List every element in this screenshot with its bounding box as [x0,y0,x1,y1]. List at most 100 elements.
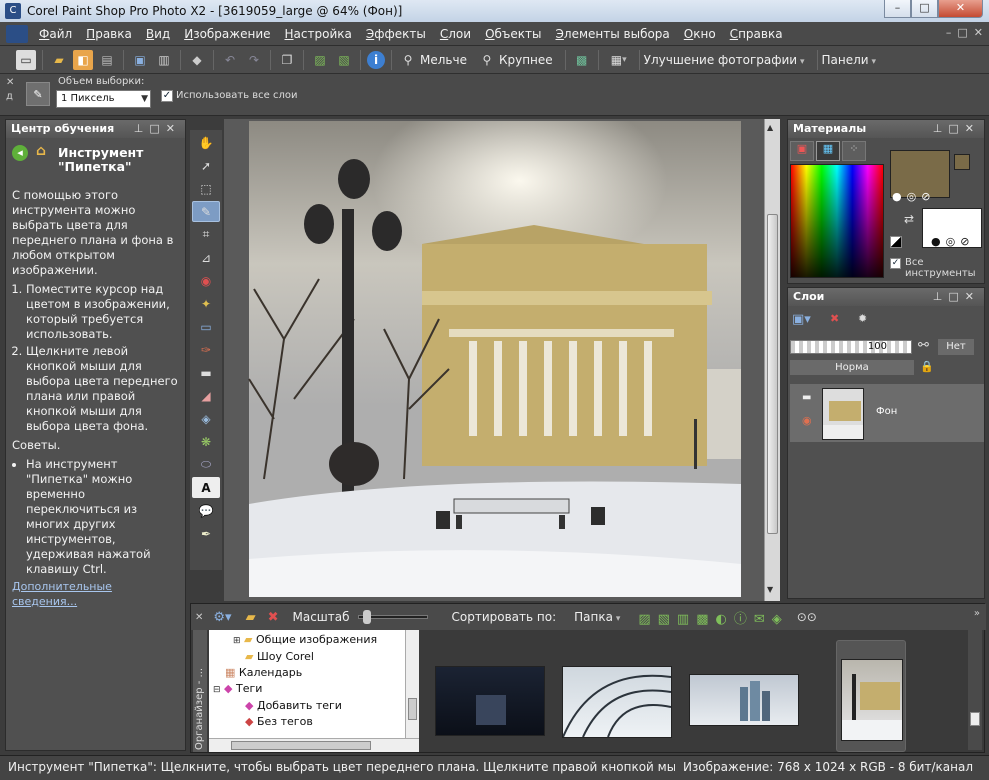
air-brush-icon[interactable]: ⬭ [192,454,220,475]
photo-tray-icon[interactable]: ▨ [310,50,330,70]
sort-select[interactable]: Папка [574,610,620,624]
thumbnail-theatre[interactable] [841,659,903,741]
scroll-down-icon[interactable]: ▼ [767,585,773,594]
maximize-button[interactable]: □ [911,0,938,18]
zoom-out-icon[interactable]: ⚲ [398,50,418,70]
tree-item-shared[interactable]: ⊞ ▰ Общие изображения [233,632,377,649]
color-spectrum-picker[interactable] [790,164,884,278]
image-canvas[interactable] [224,119,764,601]
straighten-tool-icon[interactable]: ⊿ [192,247,220,268]
menu-adjust[interactable]: Настройка [278,27,359,41]
tree-item-add-tags[interactable]: ◆ Добавить теги [233,698,377,714]
clone-tool-icon[interactable]: ▭ [192,316,220,337]
blend-mode-select[interactable]: Норма [790,360,914,375]
panel-controls[interactable]: ⊥□✕ [134,120,181,138]
tree-scroll-thumb[interactable] [408,698,417,720]
eyedropper-preset-icon[interactable]: ✎ [26,82,50,106]
tree-horizontal-scrollbar[interactable] [209,738,419,752]
opacity-slider[interactable]: 100 [790,340,912,354]
lock-icon[interactable]: 🔒 [920,360,934,373]
zoom-slider[interactable] [357,610,428,624]
thumbnail-selected-frame[interactable] [836,640,906,752]
zoom-in-icon[interactable]: ⚲ [477,50,497,70]
foreground-texture-swatch[interactable] [954,154,970,170]
organizer-side-tab[interactable]: Органайзер - ... [193,630,207,752]
crop-tool-icon[interactable]: ⌗ [192,224,220,245]
scroll-up-icon[interactable]: ▲ [767,123,773,132]
doc-close-button[interactable]: ✕ [974,26,983,39]
print-icon[interactable]: ▥ [154,50,174,70]
text-tool-icon[interactable]: A [192,477,220,498]
zoom-slider-thumb[interactable] [362,610,371,624]
layer-row[interactable]: ▬ ◉ Фон [790,384,984,442]
visibility-eye-icon[interactable]: ◉ [802,414,812,427]
thumbnail-scrollbar[interactable] [968,630,982,750]
menu-file[interactable]: Файл [32,27,79,41]
panels-menu[interactable]: Панели [822,53,876,67]
swatches-tab-icon[interactable]: ⁘ [842,141,866,161]
tree-vertical-scrollbar[interactable] [405,630,419,738]
tree-item-untagged[interactable]: ◆ Без тегов [233,714,377,730]
new-file-icon[interactable]: ▭ [16,49,36,70]
sample-size-select[interactable]: 1 Пиксель ▼ [56,90,151,108]
document-icon[interactable] [6,24,28,43]
options-grip[interactable]: ✕ д [6,76,16,112]
canvas-vertical-scrollbar[interactable]: ▲ ▼ [764,119,780,601]
tree-hscroll-thumb[interactable] [231,741,371,750]
binoculars-icon[interactable]: ⊙⊙ [797,610,817,624]
zoom-smaller-button[interactable]: Мельче [420,53,467,67]
pick-tool-icon[interactable]: ➚ [192,155,220,176]
more-info-link[interactable]: Дополнительные сведения... [12,580,112,608]
close-button[interactable]: ✕ [938,0,983,18]
thumbnail-skyscrapers[interactable] [689,674,799,726]
browse-folder-icon[interactable]: ▰ [246,610,256,625]
selection-tool-icon[interactable]: ⬚ [192,178,220,199]
fg-style-icons[interactable]: ●◎⊘ [892,190,935,203]
layout-dropdown-icon[interactable]: ▦ [605,50,633,70]
bg-style-icons[interactable]: ●◎⊘ [931,235,974,248]
save-icon[interactable]: ▣ [130,50,150,70]
panel-controls[interactable]: ⊥□✕ [933,288,980,306]
back-arrow-icon[interactable]: ◂ [12,145,28,161]
enhance-photo-menu[interactable]: Улучшение фотографии [644,53,805,67]
menu-selections[interactable]: Элементы выбора [549,27,677,41]
new-layer-icon[interactable]: ▣▾ [792,312,822,332]
default-colors-icon[interactable] [890,236,902,248]
group-link-select[interactable]: Нет [938,339,974,355]
frame-tab-icon[interactable]: ▣ [790,141,814,161]
thumbnail-glass-bridge[interactable] [562,666,672,738]
home-icon[interactable]: ⌂ [36,144,46,158]
redo-icon[interactable]: ↷ [244,50,264,70]
tree-item-tags[interactable]: ⊟ ◆ Теги [213,681,377,698]
rainbow-tab-icon[interactable]: ▦ [816,141,840,161]
open-folder-icon[interactable]: ▰ [49,50,69,70]
gear-icon[interactable]: ⚙▾ [213,610,231,625]
menu-help[interactable]: Справка [723,27,790,41]
photo-tray2-icon[interactable]: ▧ [334,50,354,70]
doc-restore-button[interactable]: □ [957,26,967,39]
mask-icon[interactable]: ✹ [858,312,878,332]
pan-tool-icon[interactable]: ✋ [192,132,220,153]
tree-item-corel-show[interactable]: ▰ Шоу Corel [233,649,377,665]
tree-item-calendar[interactable]: ▦ Календарь [225,665,377,681]
undo-icon[interactable]: ↶ [220,50,240,70]
zoom-larger-button[interactable]: Крупнее [499,53,553,67]
paint-brush-icon[interactable]: ✑ [192,339,220,360]
preset-shape-icon[interactable]: 💬 [192,500,220,521]
red-eye-tool-icon[interactable]: ◉ [192,270,220,291]
canvas-area[interactable] [224,119,764,601]
menu-window[interactable]: Окно [677,27,723,41]
expand-icon[interactable]: » [974,608,980,619]
thumbnail-scroll-thumb[interactable] [970,712,980,726]
eraser-history-icon[interactable]: ◆ [187,50,207,70]
copy-icon[interactable]: ❐ [277,50,297,70]
info-icon[interactable]: i [367,50,385,69]
fill-tool-icon[interactable]: ◈ [192,408,220,429]
all-tools-checkbox[interactable]: ✓ [890,258,901,269]
remove-icon[interactable]: ✖ [268,610,279,625]
thumbnail-night-city[interactable] [435,666,545,736]
link-icon[interactable]: ⚯ [918,338,929,353]
use-all-layers-checkbox[interactable]: ✓ [161,90,173,102]
menu-layers[interactable]: Слои [433,27,478,41]
menu-effects[interactable]: Эффекты [359,27,433,41]
